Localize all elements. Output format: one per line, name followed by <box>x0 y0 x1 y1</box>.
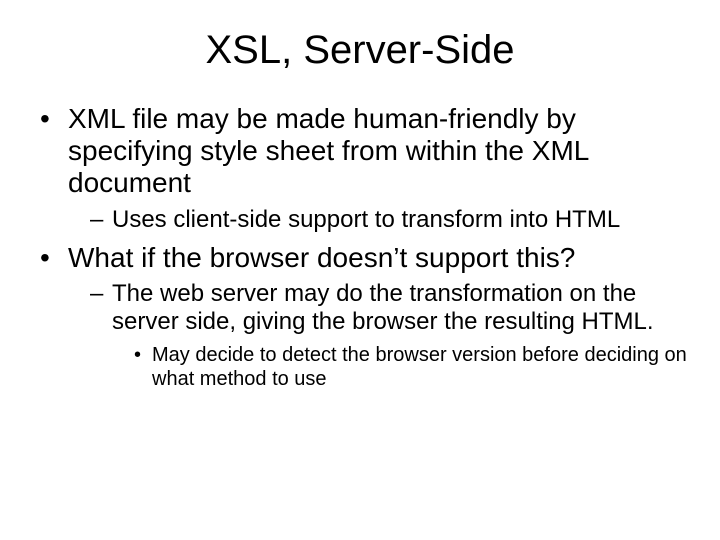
slide: XSL, Server-Side XML file may be made hu… <box>0 0 720 540</box>
bullet-subsublist: May decide to detect the browser version… <box>134 343 690 391</box>
bullet-level1: What if the browser doesn’t support this… <box>40 242 690 391</box>
bullet-level1: XML file may be made human-friendly by s… <box>40 103 690 234</box>
bullet-sublist: Uses client-side support to transform in… <box>90 206 690 234</box>
bullet-list: XML file may be made human-friendly by s… <box>40 103 690 391</box>
bullet-level2: Uses client-side support to transform in… <box>90 206 690 234</box>
bullet-text: Uses client-side support to transform in… <box>112 206 620 233</box>
slide-title: XSL, Server-Side <box>30 28 690 73</box>
bullet-level3: May decide to detect the browser version… <box>134 343 690 391</box>
bullet-text: The web server may do the transformation… <box>112 280 654 335</box>
bullet-text: What if the browser doesn’t support this… <box>68 242 575 273</box>
bullet-text: XML file may be made human-friendly by s… <box>68 103 588 198</box>
bullet-level2: The web server may do the transformation… <box>90 280 690 391</box>
bullet-sublist: The web server may do the transformation… <box>90 280 690 391</box>
bullet-text: May decide to detect the browser version… <box>152 344 687 390</box>
